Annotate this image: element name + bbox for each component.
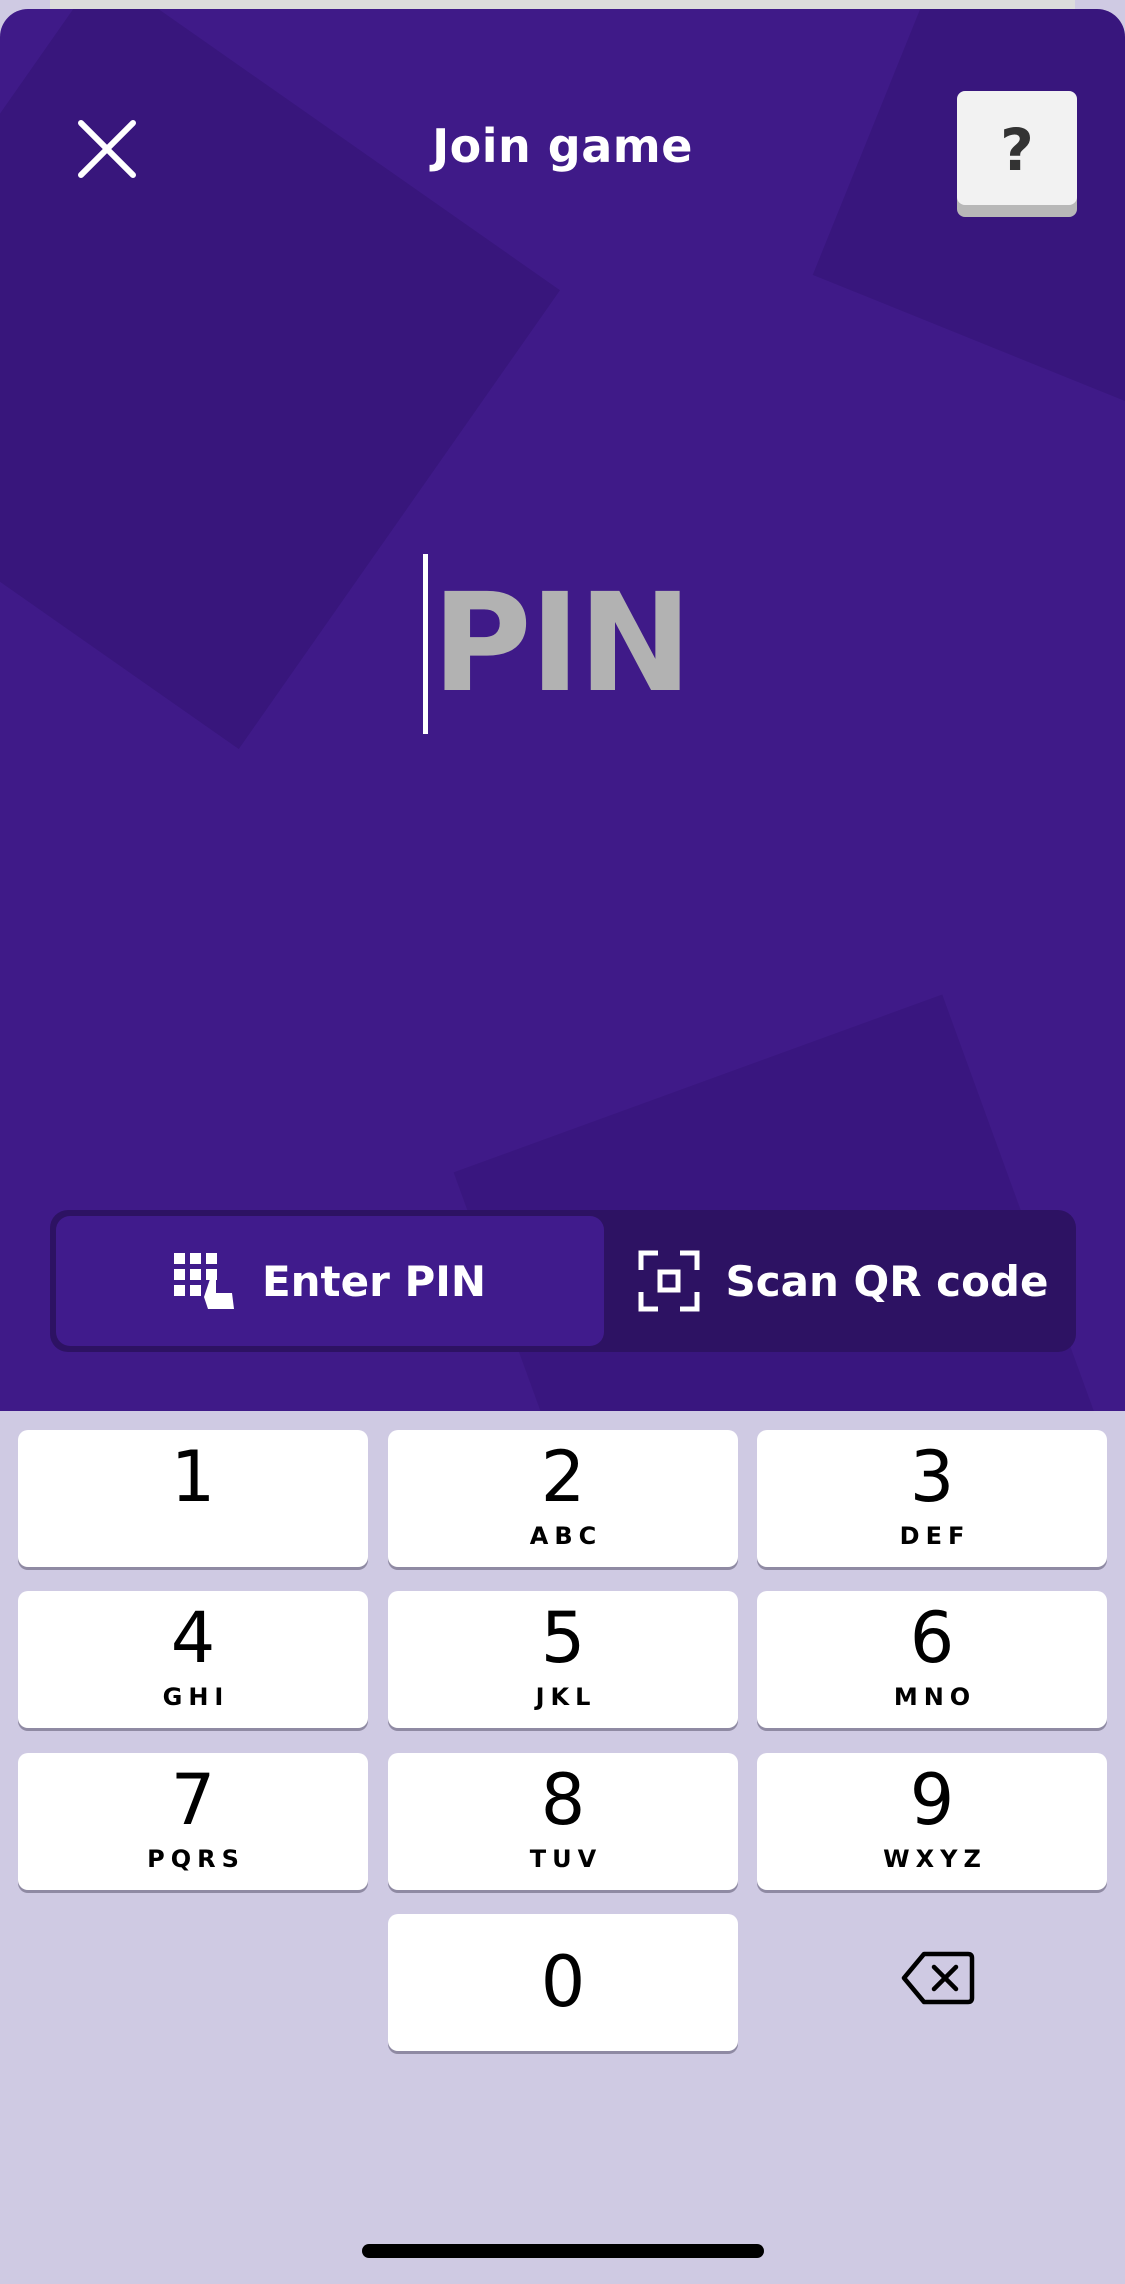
key-letters: DEF (899, 1522, 971, 1550)
tab-scan-qr-code[interactable]: Scan QR code (610, 1210, 1076, 1352)
help-button[interactable]: ? (957, 91, 1077, 205)
key-2[interactable]: 2 ABC (388, 1430, 738, 1567)
key-letters: GHI (162, 1683, 230, 1711)
join-mode-toggle: Enter PIN Scan QR code (50, 1210, 1076, 1352)
backspace-icon (901, 1951, 975, 2005)
key-digit: 6 (909, 1597, 955, 1679)
qr-scan-icon (638, 1250, 699, 1312)
home-indicator (362, 2244, 764, 2258)
pin-input[interactable] (432, 565, 702, 723)
text-caret (423, 554, 428, 734)
key-digit: 3 (909, 1436, 955, 1518)
tab-enter-pin[interactable]: Enter PIN (56, 1216, 604, 1346)
join-game-screen: Join game ? Enter PIN (0, 0, 1125, 2284)
underlying-sheet-edge (50, 0, 1075, 9)
key-digit: 2 (540, 1436, 586, 1518)
key-digit: 0 (540, 1941, 586, 2023)
key-9[interactable]: 9 WXYZ (757, 1753, 1107, 1890)
tab-label: Enter PIN (261, 1256, 487, 1306)
key-digit: 5 (540, 1597, 586, 1679)
background-shape (812, 9, 1125, 470)
keypad-icon (173, 1253, 234, 1309)
backspace-key[interactable] (900, 1950, 976, 2006)
key-digit: 9 (909, 1759, 955, 1841)
key-4[interactable]: 4 GHI (18, 1591, 368, 1728)
key-5[interactable]: 5 JKL (388, 1591, 738, 1728)
key-letters: PQRS (147, 1845, 245, 1873)
key-digit: 7 (170, 1759, 216, 1841)
key-letters: TUV (529, 1845, 603, 1873)
pin-field[interactable] (0, 554, 1125, 754)
key-7[interactable]: 7 PQRS (18, 1753, 368, 1890)
key-digit: 8 (540, 1759, 586, 1841)
key-8[interactable]: 8 TUV (388, 1753, 738, 1890)
key-letters: MNO (893, 1683, 977, 1711)
key-digit: 1 (170, 1436, 216, 1518)
key-digit: 4 (170, 1597, 216, 1679)
tab-label: Scan QR code (725, 1256, 1049, 1306)
key-1[interactable]: 1 (18, 1430, 368, 1567)
key-letters: WXYZ (883, 1845, 987, 1873)
key-3[interactable]: 3 DEF (757, 1430, 1107, 1567)
key-letters: JKL (535, 1683, 597, 1711)
key-0[interactable]: 0 (388, 1914, 738, 2051)
join-game-sheet: Join game ? Enter PIN (0, 9, 1125, 1411)
key-6[interactable]: 6 MNO (757, 1591, 1107, 1728)
key-letters: ABC (529, 1522, 603, 1550)
